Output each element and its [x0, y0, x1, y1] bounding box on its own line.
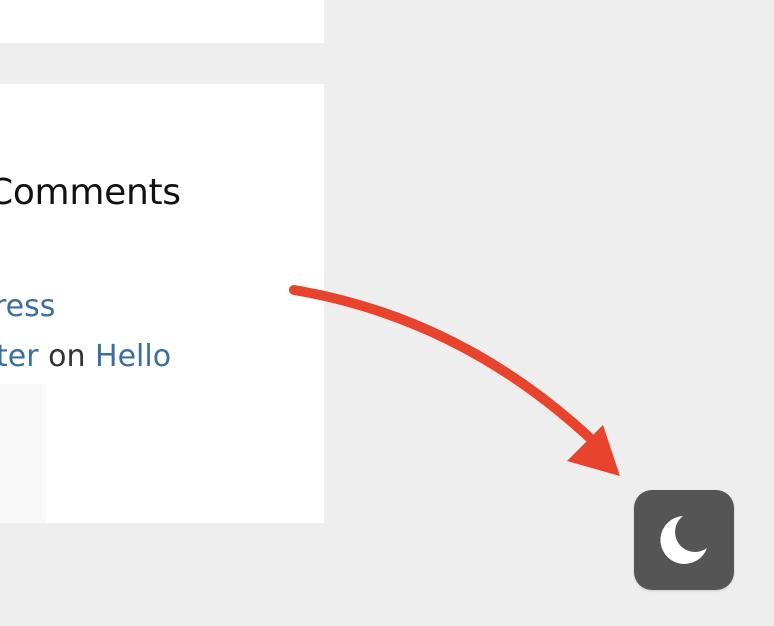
comment-separator: on [48, 339, 86, 374]
comment-post-link[interactable]: Hello [95, 339, 171, 374]
comment-entry: ress [0, 289, 55, 324]
comment-link[interactable]: ress [0, 289, 55, 324]
widget-title: Comments [0, 172, 181, 213]
widget-shade [0, 384, 46, 523]
arrow-head [567, 425, 620, 476]
comment-author-link[interactable]: ter [0, 339, 39, 374]
dark-mode-toggle-button[interactable] [634, 490, 734, 590]
moon-icon [660, 516, 707, 564]
comment-entry: ter on Hello [0, 339, 171, 374]
recent-comments-widget: Comments ress ter on Hello [0, 84, 324, 523]
widget-card-top [0, 0, 324, 43]
arrow-shaft [289, 285, 595, 443]
